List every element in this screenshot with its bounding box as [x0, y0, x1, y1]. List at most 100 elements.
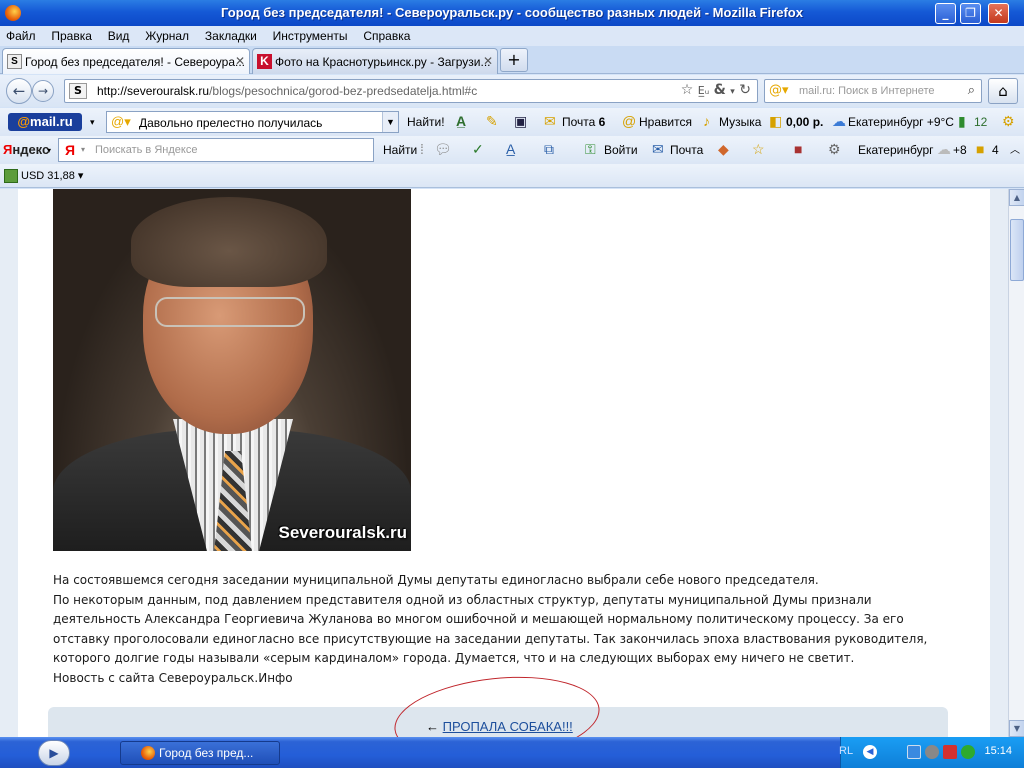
usd-rate[interactable]: USD 31,88 ▾ [21, 169, 83, 182]
site-identity-icon[interactable]: S [69, 83, 87, 99]
tab-close-icon[interactable]: ✕ [235, 54, 245, 68]
comment-icon[interactable]: 💬︎ [434, 141, 452, 158]
scroll-up-icon[interactable]: ▲ [1009, 189, 1024, 206]
photo-glasses [155, 297, 305, 327]
mailru-search-dropdown-icon[interactable]: ▼ [382, 112, 398, 132]
pages-icon[interactable]: ⧉ [544, 141, 554, 158]
reload-icon[interactable]: ↻ [739, 82, 751, 98]
window-title: Город без председателя! - Североуральск.… [221, 5, 803, 20]
minimize-button[interactable]: _ [935, 3, 956, 24]
yandex-toolbar: Яндекс ▾ Я ▾ Поискать в Яндексе Найти ⁞ … [0, 136, 1024, 164]
gear-icon[interactable]: ⚙ [1002, 113, 1015, 130]
clock[interactable]: 15:14 [984, 745, 1012, 757]
yandex-menu-icon[interactable]: ▾ [47, 146, 51, 155]
settings-icon[interactable]: ⚙ [828, 141, 841, 158]
close-button[interactable]: ✕ [988, 3, 1009, 24]
menu-view[interactable]: Вид [102, 26, 136, 43]
url-text[interactable]: http://severouralsk.ru/blogs/pesochnica/… [97, 84, 477, 98]
mailru-search-input[interactable]: @▾ Давольно прелестно получилась ▼ [106, 111, 399, 133]
yandex-weather-icon: ☁ [937, 141, 951, 157]
tray-app-icon[interactable] [925, 745, 939, 759]
photo-watermark: Severouralsk.ru [278, 523, 407, 542]
web-search-box[interactable]: @▾ mail.ru: Поиск в Интернете ⌕ [764, 79, 982, 103]
menu-history[interactable]: Журнал [139, 26, 195, 43]
traffic-light-icon[interactable]: ▮ [958, 113, 966, 130]
language-indicator[interactable]: RL [839, 745, 853, 757]
tab-foto[interactable]: K Фото на Краснотурьинск.ру - Загрузи...… [252, 48, 498, 74]
antivirus-icon[interactable] [943, 745, 957, 759]
menu-edit[interactable]: Правка [45, 26, 98, 43]
url-dropdown-icon[interactable]: ▾ [730, 87, 735, 97]
yandex-search-dropdown-icon[interactable]: ▾ [81, 145, 85, 154]
tab-gorod[interactable]: S Город без председателя! - Североура...… [2, 48, 250, 74]
yandex-city[interactable]: Екатеринбург [858, 143, 934, 157]
mailru-music-button[interactable]: Музыка [719, 115, 761, 129]
navigation-bar: ← → S http://severouralsk.ru/blogs/pesoc… [0, 75, 1024, 107]
search-input[interactable]: mail.ru: Поиск в Интернете [799, 85, 935, 97]
tray-collapse-icon[interactable]: ◀ [863, 745, 877, 759]
star-bookmark-icon[interactable]: ☆ [752, 141, 765, 158]
font-size-icon[interactable]: A̲ [456, 113, 466, 129]
menu-bookmarks[interactable]: Закладки [199, 26, 263, 43]
tab-close-icon[interactable]: ✕ [483, 54, 493, 68]
music-icon[interactable]: ♪ [703, 113, 710, 129]
screenshot-icon[interactable]: ▣ [514, 113, 527, 130]
scroll-down-icon[interactable]: ▼ [1009, 720, 1024, 737]
yandex-search-input[interactable]: Я ▾ Поискать в Яндексе [58, 138, 374, 162]
article-paragraph: По некоторым данным, под давлением предс… [53, 592, 928, 666]
bag-icon[interactable]: ◆ [718, 141, 729, 158]
mailru-likes-button[interactable]: Нравится [639, 115, 692, 129]
wallet-icon[interactable]: ◧ [769, 113, 782, 130]
menu-tools[interactable]: Инструменты [267, 26, 354, 43]
forward-button[interactable]: → [32, 80, 54, 102]
maximize-button[interactable]: ❐ [960, 3, 981, 24]
yandex-login-button[interactable]: Войти [604, 143, 638, 157]
likes-icon[interactable]: @ [622, 113, 636, 129]
yandex-logo[interactable]: Яндекс [3, 142, 49, 157]
media-play-button[interactable]: ▶ [38, 740, 70, 766]
yandex-mail-icon[interactable]: ✉ [652, 141, 664, 158]
box-icon[interactable]: ■ [794, 141, 802, 157]
network-icon[interactable] [907, 745, 921, 759]
tab-label: Фото на Краснотурьинск.ру - Загрузи... [275, 55, 491, 69]
search-icon[interactable]: ⌕ [968, 83, 975, 98]
weather-icon[interactable]: ☁ [832, 113, 846, 130]
star-icon[interactable]: ☆ [681, 82, 694, 98]
mailru-money[interactable]: 0,00 р. [786, 115, 823, 129]
yandex-mail-button[interactable]: Почта [670, 143, 703, 157]
vertical-scrollbar[interactable]: ▲ ▼ [1008, 189, 1024, 737]
highlighter-icon[interactable]: ✎ [486, 113, 498, 130]
ampersand-icon[interactable]: & [714, 82, 726, 98]
menu-file[interactable]: Файл [0, 26, 42, 43]
yandex-find-button[interactable]: Найти [383, 143, 417, 157]
search-engine-icon[interactable]: @▾ [769, 83, 789, 98]
key-icon[interactable]: ⚿ [585, 141, 596, 158]
photo-hair [131, 197, 327, 287]
mailru-logo[interactable]: @mail.ru [8, 113, 82, 131]
mail-envelope-icon[interactable]: ✉ [544, 113, 556, 130]
mailru-toolbar: @mail.ru ▾ @▾ Давольно прелестно получил… [0, 108, 1024, 136]
messenger-icon[interactable] [961, 745, 975, 759]
home-button[interactable]: ⌂ [988, 78, 1018, 104]
windows-taskbar: ▶ Город без пред... RL ◀ 15:14 [0, 737, 1024, 768]
article-paragraph: На состоявшемся сегодня заседании муници… [53, 573, 819, 587]
taskbar-firefox-task[interactable]: Город без пред... [120, 741, 280, 765]
back-button[interactable]: ← [6, 78, 32, 104]
mailru-menu-icon[interactable]: ▾ [90, 117, 95, 128]
menu-help[interactable]: Справка [357, 26, 416, 43]
tab-label: Город без председателя! - Североура... [25, 55, 245, 69]
translate-icon[interactable]: E̲ᵤ [698, 84, 709, 97]
toolbar-scroll-up-icon[interactable]: ︿ [1010, 141, 1020, 156]
yandex-temp[interactable]: +8 [953, 143, 967, 157]
mailru-weather[interactable]: Екатеринбург +9°C [848, 115, 954, 129]
translate-icon[interactable]: A̲ [506, 141, 515, 157]
spellcheck-icon[interactable]: ✓ [472, 141, 484, 158]
mailru-find-button[interactable]: Найти! [407, 115, 445, 129]
yandex-count[interactable]: 4 [992, 143, 999, 157]
url-bar[interactable]: S http://severouralsk.ru/blogs/pesochnic… [64, 79, 758, 103]
yandex-notify-icon[interactable]: ■ [976, 141, 984, 157]
scroll-thumb[interactable] [1010, 219, 1024, 281]
mailru-traffic[interactable]: 12 [974, 115, 987, 129]
new-tab-button[interactable]: + [500, 48, 528, 72]
mailru-mail-button[interactable]: Почта 6 [562, 115, 605, 129]
